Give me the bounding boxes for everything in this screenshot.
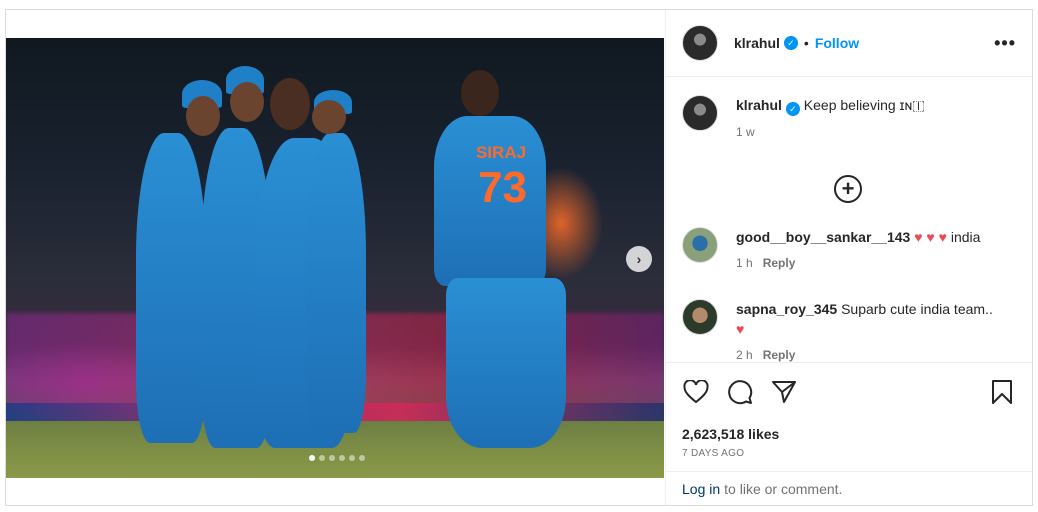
comment-text: india bbox=[950, 229, 981, 245]
comment-time: 2 h bbox=[736, 348, 753, 362]
jersey-number: 73 bbox=[478, 163, 527, 212]
player-head bbox=[461, 70, 499, 116]
verified-icon: ✓ bbox=[785, 102, 800, 116]
comment-meta: 2 h Reply bbox=[736, 345, 993, 362]
heart-icon bbox=[683, 380, 709, 404]
verified-icon: ✓ bbox=[783, 36, 798, 50]
caption-username[interactable]: klrahul bbox=[736, 97, 782, 113]
player-figure bbox=[446, 278, 566, 448]
caption-row: klrahul ✓ Keep believing ɪɴ🇮 1 w bbox=[682, 95, 1020, 142]
plus-circle-icon[interactable]: + bbox=[834, 175, 862, 203]
comment-row: sapna_roy_345 Suparb cute india team.. ♥… bbox=[682, 299, 1020, 362]
avatar[interactable] bbox=[682, 95, 718, 131]
bookmark-icon bbox=[992, 380, 1012, 404]
carousel-dot bbox=[309, 455, 315, 461]
post-username[interactable]: klrahul bbox=[734, 35, 780, 51]
post-photo[interactable]: SIRAJ 73 bbox=[6, 38, 664, 478]
comment-block: sapna_roy_345 Suparb cute india team.. ♥… bbox=[736, 299, 993, 362]
player-head bbox=[270, 78, 310, 130]
carousel-next-button[interactable]: › bbox=[626, 246, 652, 272]
post-header: klrahul ✓ • Follow ••• bbox=[666, 10, 1032, 77]
caption-text: Keep believing ɪɴ🇮 bbox=[803, 97, 925, 113]
comment-text: Suparb cute india team.. bbox=[841, 301, 993, 317]
save-button[interactable] bbox=[988, 378, 1016, 406]
reply-button[interactable]: Reply bbox=[763, 348, 796, 362]
post-date: 7 DAYS AGO bbox=[682, 448, 745, 459]
carousel-dot bbox=[329, 455, 335, 461]
avatar[interactable] bbox=[682, 227, 718, 263]
comment-icon bbox=[728, 380, 753, 405]
player-head bbox=[312, 100, 346, 134]
login-link[interactable]: Log in bbox=[682, 481, 720, 497]
carousel-dot bbox=[339, 455, 345, 461]
icon-row bbox=[682, 378, 1016, 406]
post-card: SIRAJ 73 › klrahul ✓ • Follow ••• klrahu… bbox=[5, 9, 1033, 506]
post-media: SIRAJ 73 › bbox=[6, 10, 665, 505]
more-icon[interactable]: ••• bbox=[994, 33, 1016, 54]
comment-block: good__boy__sankar__143 ♥ ♥ ♥ india 1 h Re… bbox=[736, 227, 980, 273]
comment-row: good__boy__sankar__143 ♥ ♥ ♥ india 1 h Re… bbox=[682, 227, 1020, 273]
follow-button[interactable]: Follow bbox=[815, 35, 859, 51]
header-separator: • bbox=[803, 35, 809, 51]
likes-count[interactable]: 2,623,518 likes bbox=[682, 426, 779, 442]
share-icon bbox=[772, 381, 796, 403]
player-figure bbox=[306, 133, 366, 433]
comment-meta: 1 h Reply bbox=[736, 253, 980, 273]
comment-time: 1 h bbox=[736, 256, 753, 270]
caption-block: klrahul ✓ Keep believing ɪɴ🇮 1 w bbox=[736, 95, 925, 142]
comment-username[interactable]: sapna_roy_345 bbox=[736, 301, 837, 317]
like-button[interactable] bbox=[682, 378, 710, 406]
player-head bbox=[186, 96, 220, 136]
heart-icon: ♥ bbox=[736, 321, 745, 337]
carousel-dot bbox=[359, 455, 365, 461]
jersey-name: SIRAJ bbox=[476, 143, 527, 162]
comment-username[interactable]: good__boy__sankar__143 bbox=[736, 229, 910, 245]
comments-section[interactable]: klrahul ✓ Keep believing ɪɴ🇮 1 w + good__… bbox=[666, 77, 1032, 362]
carousel-dot bbox=[319, 455, 325, 461]
avatar[interactable] bbox=[682, 25, 718, 61]
reply-button[interactable]: Reply bbox=[763, 256, 796, 270]
heart-icon: ♥ ♥ ♥ bbox=[914, 229, 947, 245]
player-figure bbox=[136, 133, 206, 443]
comment-button[interactable] bbox=[726, 378, 754, 406]
action-bar: 2,623,518 likes 7 DAYS AGO bbox=[666, 362, 1032, 472]
login-bar: Log in to like or comment. bbox=[666, 471, 1032, 505]
caption-time: 1 w bbox=[736, 125, 755, 139]
carousel-dots bbox=[309, 455, 365, 461]
login-text: to like or comment. bbox=[724, 480, 843, 497]
player-head bbox=[230, 82, 264, 122]
chevron-right-icon: › bbox=[636, 251, 642, 267]
share-button[interactable] bbox=[770, 378, 798, 406]
avatar[interactable] bbox=[682, 299, 718, 335]
post-sidebar: klrahul ✓ • Follow ••• klrahul ✓ Keep bel… bbox=[665, 10, 1032, 505]
carousel-dot bbox=[349, 455, 355, 461]
